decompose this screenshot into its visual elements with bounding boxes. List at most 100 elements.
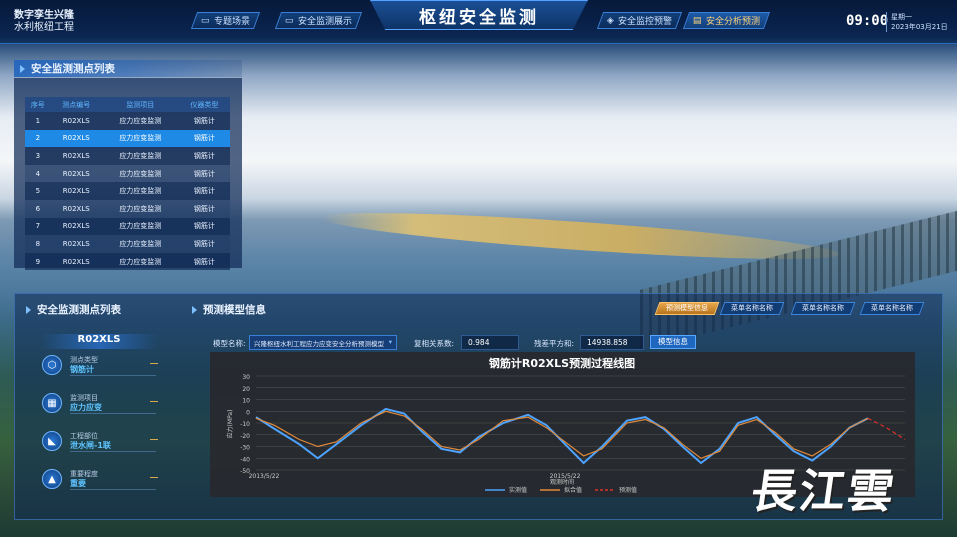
nav-monitoring-display[interactable]: ▭ 安全监测展示 — [274, 12, 362, 29]
corr-value: 0.984 — [461, 335, 519, 350]
triangle-icon — [26, 305, 31, 314]
brand-line2: 水利枢纽工程 — [14, 22, 74, 33]
table-row[interactable]: 6 R02XLS 应力应变监测 钢筋计 — [25, 199, 230, 218]
col-header: 测点编号 — [50, 97, 102, 112]
model-name-label: 模型名称: — [213, 339, 246, 348]
table-cell: 应力应变监测 — [101, 129, 179, 148]
table-cell: 2 — [25, 129, 51, 148]
table-cell: 7 — [25, 217, 51, 236]
nav-warning[interactable]: ◈ 安全监控预警 — [596, 12, 683, 29]
table-cell: R02XLS — [50, 182, 102, 200]
y-axis-label: 应力(MPa) — [226, 410, 234, 439]
y-tick-label: 0 — [246, 409, 250, 416]
tab-label: 菜单名称名称 — [731, 304, 773, 312]
table-row[interactable]: 8 R02XLS 应力应变监测 钢筋计 — [25, 235, 230, 253]
table-cell: R02XLS — [50, 252, 102, 271]
info-item-project: ▦ 监测项目 应力应变 — [42, 393, 162, 417]
dam-icon: ◣ — [42, 431, 62, 451]
page-title: 枢纽安全监测 — [370, 0, 588, 30]
table-row[interactable]: 3 R02XLS 应力应变监测 钢筋计 — [25, 147, 230, 165]
table-row[interactable]: 4 R02XLS 应力应变监测 钢筋计 — [25, 164, 230, 183]
tab-label: 预测模型信息 — [666, 304, 708, 312]
nav-label: 安全分析预测 — [705, 17, 760, 27]
table-row[interactable]: 2 R02XLS 应力应变监测 钢筋计 — [25, 129, 230, 148]
info-value: 重要 — [70, 479, 86, 488]
point-list-title: 安全监测测点列表 — [31, 63, 115, 75]
clock-time: 09:00 — [846, 13, 889, 29]
weekday: 星期一 — [891, 13, 912, 21]
legend-label: 拟合值 — [564, 486, 582, 494]
date: 2023年03月21日 — [891, 23, 948, 31]
table-cell: R02XLS — [50, 129, 102, 148]
tab-menu-1[interactable]: 菜单名称名称 — [719, 302, 785, 315]
table-cell: R02XLS — [50, 235, 102, 253]
table-cell: 钢筋计 — [178, 112, 230, 130]
col-header: 监测项目 — [101, 97, 179, 112]
divider — [70, 375, 156, 376]
table-cell: 应力应变监测 — [101, 252, 179, 271]
table-cell: 钢筋计 — [178, 252, 230, 271]
y-tick-label: -20 — [240, 433, 250, 440]
tab-menu-2[interactable]: 菜单名称名称 — [790, 302, 856, 315]
info-item-location: ◣ 工程部位 泄水闸-1联 — [42, 431, 162, 455]
chevron-down-icon: ▾ — [388, 338, 392, 346]
point-name: R02XLS — [40, 334, 158, 349]
table-cell: 钢筋计 — [178, 164, 230, 183]
nav-label: 安全监测展示 — [297, 17, 352, 27]
table-cell: R02XLS — [50, 164, 102, 183]
table-cell: 钢筋计 — [178, 182, 230, 200]
tab-label: 菜单名称名称 — [802, 304, 844, 312]
brand-logo: 数字孪生兴隆 水利枢纽工程 — [14, 10, 74, 34]
tab-menu-3[interactable]: 菜单名称名称 — [859, 302, 925, 315]
table-row[interactable]: 7 R02XLS 应力应变监测 钢筋计 — [25, 217, 230, 236]
monitor-icon: ▭ — [201, 15, 210, 26]
corr-label: 复相关系数: — [414, 339, 455, 348]
point-list-header: 安全监测测点列表 — [14, 60, 242, 77]
residual-value: 14938.858 — [580, 335, 644, 350]
divider — [70, 489, 156, 490]
y-tick-label: 10 — [242, 398, 250, 405]
point-table: 序号 测点编号 监测项目 仪器类型 1 R02XLS 应力应变监测 钢筋计 2 R02XL… — [25, 97, 230, 271]
table-cell: 钢筋计 — [178, 235, 230, 253]
table-cell: 钢筋计 — [178, 147, 230, 165]
table-cell: 5 — [25, 182, 51, 200]
table-row[interactable]: 5 R02XLS 应力应变监测 钢筋计 — [25, 182, 230, 200]
nav-label: 专题场景 — [213, 17, 250, 27]
y-tick-label: 20 — [242, 386, 250, 393]
table-cell: 4 — [25, 164, 51, 183]
detail-title: 安全监测测点列表 — [37, 304, 121, 316]
divider — [150, 477, 158, 478]
table-cell: R02XLS — [50, 147, 102, 165]
divider — [150, 363, 158, 364]
table-row[interactable]: 9 R02XLS 应力应变监测 钢筋计 — [25, 252, 230, 271]
y-tick-label: -30 — [240, 445, 250, 452]
brand-line1: 数字孪生兴隆 — [14, 10, 74, 21]
y-tick-label: -40 — [240, 456, 250, 463]
document-icon: ▤ — [693, 15, 702, 26]
model-select[interactable]: 兴隆枢纽水利工程应力应变安全分析预测模型 ▾ — [249, 335, 397, 350]
table-cell: R02XLS — [50, 199, 102, 218]
series-line-2 — [867, 417, 906, 441]
table-cell: 8 — [25, 235, 51, 253]
tab-label: 菜单名称名称 — [871, 304, 913, 312]
nav-topic-scenes[interactable]: ▭ 专题场景 — [190, 12, 260, 29]
date-box: 星期一 2023年03月21日 — [886, 12, 948, 32]
table-cell: 6 — [25, 199, 51, 218]
table-cell: 应力应变监测 — [101, 182, 179, 200]
table-cell: 钢筋计 — [178, 129, 230, 148]
divider — [150, 439, 158, 440]
info-value: 泄水闸-1联 — [70, 441, 111, 450]
table-cell: 应力应变监测 — [101, 199, 179, 218]
cube-icon: ⬡ — [42, 355, 62, 375]
chart-title: 钢筋计R02XLS预测过程线图 — [489, 356, 635, 370]
nav-analysis-prediction[interactable]: ▤ 安全分析预测 — [682, 12, 770, 29]
divider — [150, 401, 158, 402]
bell-icon: ◈ — [607, 15, 614, 26]
model-info-button[interactable]: 模型信息 — [650, 335, 696, 349]
table-row[interactable]: 1 R02XLS 应力应变监测 钢筋计 — [25, 112, 230, 130]
table-header-row: 序号 测点编号 监测项目 仪器类型 — [25, 97, 230, 112]
info-item-type: ⬡ 测点类型 钢筋计 — [42, 355, 162, 379]
tab-model-info[interactable]: 预测模型信息 — [654, 302, 720, 315]
model-select-value: 兴隆枢纽水利工程应力应变安全分析预测模型 — [254, 340, 384, 348]
triangle-icon — [20, 64, 25, 73]
